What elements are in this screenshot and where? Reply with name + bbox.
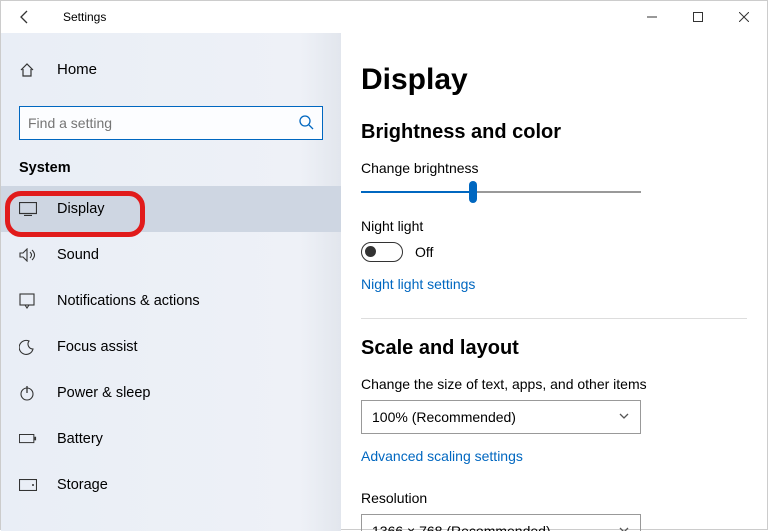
night-light-toggle[interactable] [361,242,403,262]
brightness-slider[interactable] [361,184,641,200]
sidebar-item-power-sleep[interactable]: Power & sleep [1,370,341,416]
night-light-state: Off [415,244,433,260]
sidebar-section-system: System [1,140,341,186]
app-title: Settings [63,10,106,24]
sidebar-item-focus-assist[interactable]: Focus assist [1,324,341,370]
sidebar-item-label: Storage [57,477,108,493]
maximize-button[interactable] [675,1,721,33]
sidebar-item-label: Power & sleep [57,385,151,401]
notifications-icon [19,293,39,309]
focus-assist-icon [19,339,39,355]
sidebar-item-label: Notifications & actions [57,293,200,309]
slider-thumb[interactable] [469,181,477,203]
scale-value: 100% (Recommended) [372,409,516,425]
sidebar-item-display[interactable]: Display [1,186,341,232]
search-input[interactable] [28,115,298,131]
sidebar: Home System Display Sound Notificati [1,33,341,531]
close-button[interactable] [721,1,767,33]
sidebar-item-notifications[interactable]: Notifications & actions [1,278,341,324]
nav-home-label: Home [57,61,97,78]
sidebar-item-label: Battery [57,431,103,447]
chevron-down-icon [618,409,630,425]
battery-icon [19,433,39,445]
night-light-settings-link[interactable]: Night light settings [361,276,475,292]
sidebar-item-sound[interactable]: Sound [1,232,341,278]
page-title: Display [361,63,747,97]
main-panel: Display Brightness and color Change brig… [341,33,767,531]
sidebar-item-label: Focus assist [57,339,138,355]
nav-home[interactable]: Home [1,53,341,86]
night-light-label: Night light [361,218,747,234]
sidebar-item-label: Sound [57,247,99,263]
resolution-select[interactable]: 1366 × 768 (Recommended) [361,514,641,531]
display-icon [19,202,39,216]
minimize-button[interactable] [629,1,675,33]
scale-label: Change the size of text, apps, and other… [361,376,747,392]
back-arrow-icon[interactable] [17,8,35,26]
sidebar-item-storage[interactable]: Storage [1,462,341,508]
search-icon [298,114,314,133]
section-scale-title: Scale and layout [361,337,747,360]
scale-select[interactable]: 100% (Recommended) [361,400,641,434]
storage-icon [19,479,39,491]
brightness-label: Change brightness [361,160,747,176]
sound-icon [19,248,39,262]
resolution-label: Resolution [361,490,747,506]
advanced-scaling-link[interactable]: Advanced scaling settings [361,448,523,464]
power-icon [19,385,39,401]
sidebar-item-label: Display [57,201,105,217]
search-input-container[interactable] [19,106,323,140]
home-icon [19,62,39,78]
section-brightness-title: Brightness and color [361,121,747,144]
sidebar-item-battery[interactable]: Battery [1,416,341,462]
titlebar: Settings [1,1,767,33]
